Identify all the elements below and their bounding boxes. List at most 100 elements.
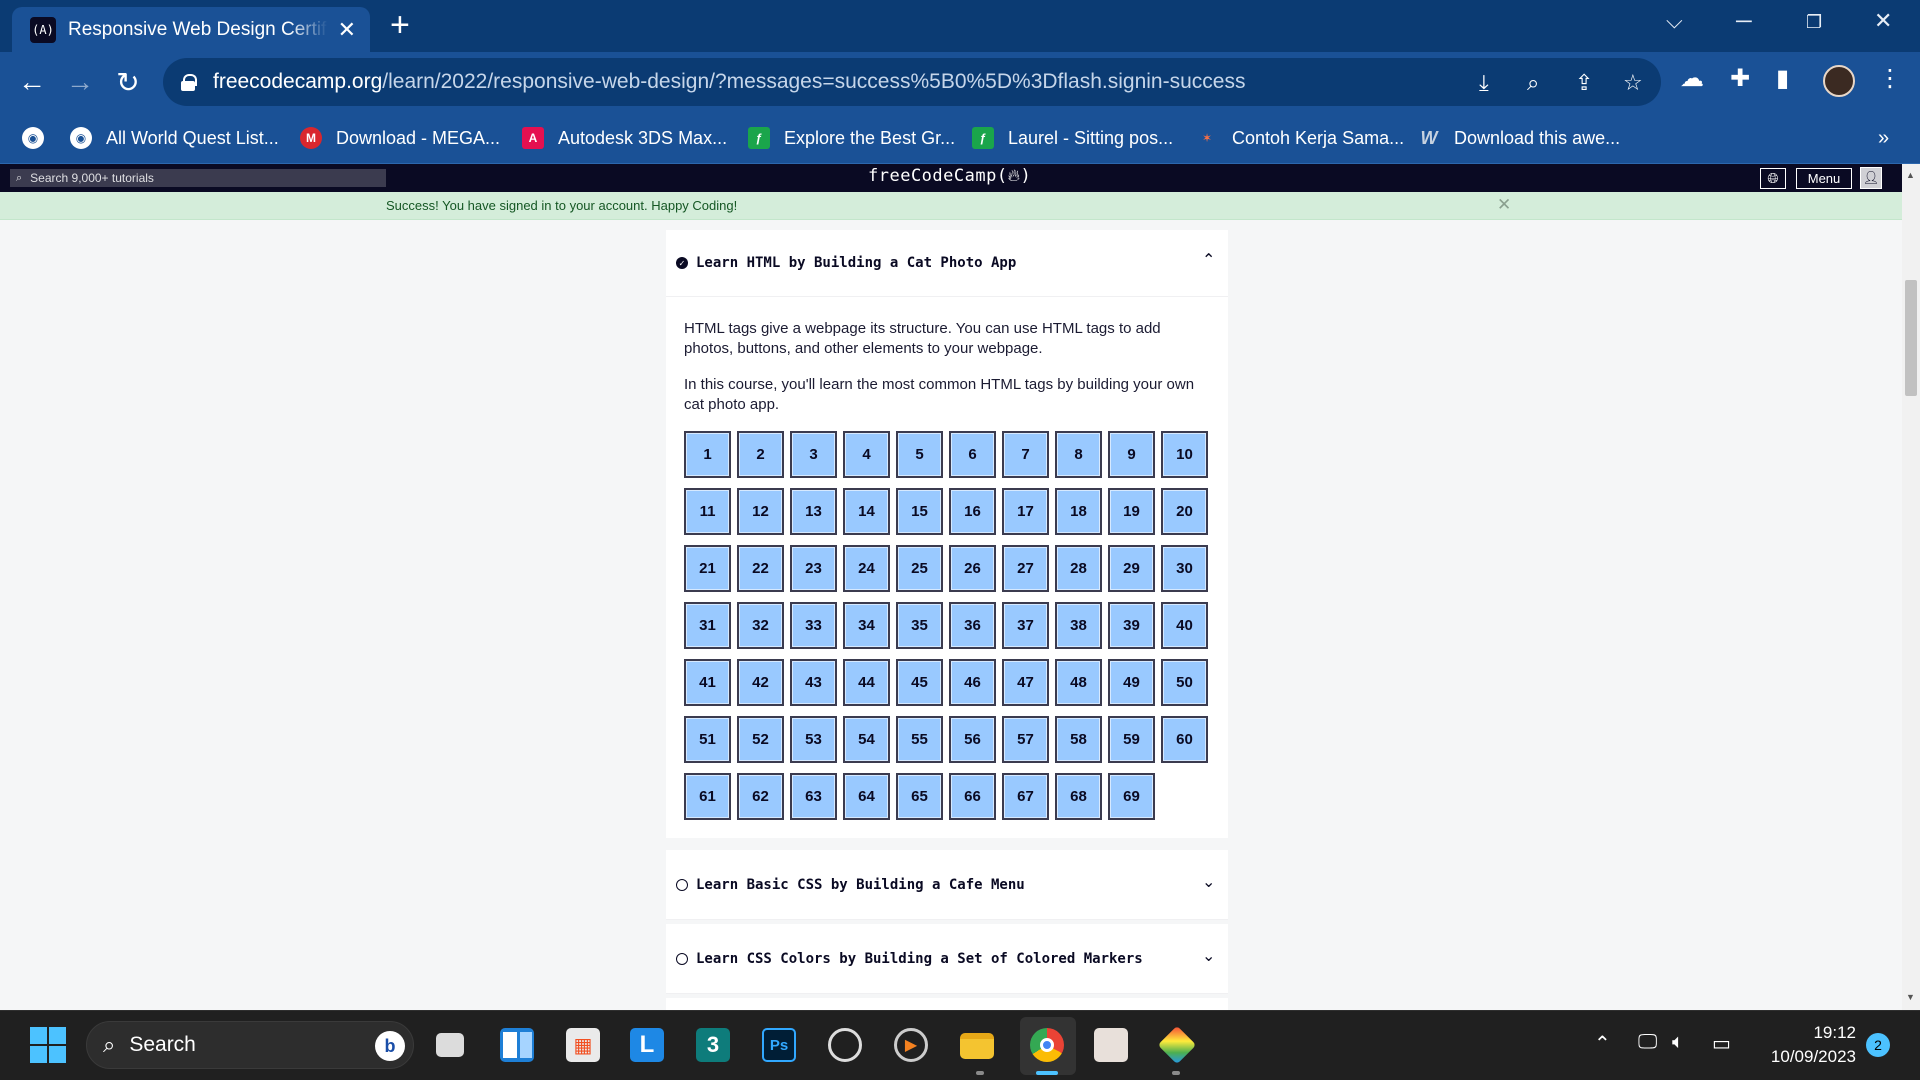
scrollbar-thumb[interactable] (1905, 280, 1917, 396)
step-button-67[interactable]: 67 (1002, 773, 1049, 820)
bookmark-item[interactable]: ƒ Explore the Best Gr... (748, 123, 955, 153)
scroll-up-icon[interactable]: ▲ (1906, 170, 1915, 180)
step-button-39[interactable]: 39 (1108, 602, 1155, 649)
language-globe-button[interactable]: 🌐︎ (1760, 168, 1786, 189)
step-button-45[interactable]: 45 (896, 659, 943, 706)
profile-avatar[interactable] (1823, 65, 1855, 97)
step-button-2[interactable]: 2 (737, 431, 784, 478)
step-button-49[interactable]: 49 (1108, 659, 1155, 706)
step-button-23[interactable]: 23 (790, 545, 837, 592)
start-button[interactable] (30, 1027, 66, 1063)
step-button-61[interactable]: 61 (684, 773, 731, 820)
step-button-9[interactable]: 9 (1108, 431, 1155, 478)
step-button-34[interactable]: 34 (843, 602, 890, 649)
block-header[interactable]: Learn Basic CSS by Building a Cafe Menu … (666, 850, 1228, 920)
step-button-5[interactable]: 5 (896, 431, 943, 478)
extension-cloud-icon[interactable]: ☁ (1680, 64, 1704, 93)
step-button-38[interactable]: 38 (1055, 602, 1102, 649)
browser-menu-icon[interactable]: ⋮ (1878, 64, 1902, 93)
step-button-19[interactable]: 19 (1108, 488, 1155, 535)
step-button-11[interactable]: 11 (684, 488, 731, 535)
step-button-41[interactable]: 41 (684, 659, 731, 706)
step-button-54[interactable]: 54 (843, 716, 890, 763)
step-button-14[interactable]: 14 (843, 488, 890, 535)
step-button-53[interactable]: 53 (790, 716, 837, 763)
step-button-50[interactable]: 50 (1161, 659, 1208, 706)
close-window-button[interactable]: ✕ (1874, 8, 1892, 34)
step-button-43[interactable]: 43 (790, 659, 837, 706)
step-button-15[interactable]: 15 (896, 488, 943, 535)
step-button-25[interactable]: 25 (896, 545, 943, 592)
browser-tab-active[interactable]: (A) Responsive Web Design Certification … (12, 7, 370, 52)
step-button-22[interactable]: 22 (737, 545, 784, 592)
minimize-button[interactable]: ─ (1736, 8, 1752, 34)
step-button-16[interactable]: 16 (949, 488, 996, 535)
bluestacks-icon[interactable] (1157, 1025, 1197, 1065)
step-button-63[interactable]: 63 (790, 773, 837, 820)
extensions-puzzle-icon[interactable]: ✚ (1730, 64, 1750, 93)
file-explorer-icon[interactable] (960, 1033, 994, 1059)
chevron-up-icon[interactable]: ⌃ (1202, 253, 1216, 269)
step-button-55[interactable]: 55 (896, 716, 943, 763)
step-button-24[interactable]: 24 (843, 545, 890, 592)
lock-icon[interactable] (181, 74, 197, 91)
block-header[interactable]: Learn CSS Colors by Building a Set of Co… (666, 924, 1228, 994)
taskbar-search[interactable]: ⌕ Search b (86, 1021, 414, 1069)
step-button-69[interactable]: 69 (1108, 773, 1155, 820)
url-text[interactable]: freecodecamp.org/learn/2022/responsive-w… (213, 70, 1245, 94)
character-app-icon[interactable] (1094, 1028, 1128, 1062)
step-button-57[interactable]: 57 (1002, 716, 1049, 763)
fcc-search-input[interactable]: ⌕ Search 9,000+ tutorials (10, 169, 386, 187)
step-button-48[interactable]: 48 (1055, 659, 1102, 706)
back-button[interactable]: ← (14, 64, 50, 100)
chevron-down-icon[interactable]: ⌄ (1202, 875, 1216, 891)
step-button-40[interactable]: 40 (1161, 602, 1208, 649)
step-button-59[interactable]: 59 (1108, 716, 1155, 763)
page-scrollbar[interactable]: ▲ ▼ (1902, 164, 1920, 1010)
step-button-58[interactable]: 58 (1055, 716, 1102, 763)
show-hidden-icons-chevron-icon[interactable]: ⌃ (1594, 1031, 1611, 1056)
bookmark-apps[interactable]: ◉ (22, 123, 58, 153)
step-button-56[interactable]: 56 (949, 716, 996, 763)
restore-button[interactable]: ❐ (1806, 12, 1822, 33)
bookmark-item[interactable]: ✶ Contoh Kerja Sama... (1196, 123, 1404, 153)
step-button-36[interactable]: 36 (949, 602, 996, 649)
volume-icon[interactable]: 🔈︎ (1672, 1031, 1684, 1054)
step-button-44[interactable]: 44 (843, 659, 890, 706)
block-header[interactable]: ✓ Learn HTML by Building a Cat Photo App… (666, 230, 1228, 297)
address-bar[interactable]: freecodecamp.org/learn/2022/responsive-w… (163, 58, 1661, 106)
share-icon[interactable]: ⇪ (1575, 70, 1593, 96)
step-button-35[interactable]: 35 (896, 602, 943, 649)
step-button-7[interactable]: 7 (1002, 431, 1049, 478)
bookmark-item[interactable]: ◉ All World Quest List... (70, 123, 279, 153)
reload-button[interactable]: ↻ (110, 64, 146, 100)
step-button-28[interactable]: 28 (1055, 545, 1102, 592)
search-app-icon[interactable] (828, 1028, 862, 1062)
app-3-icon[interactable]: 3 (696, 1028, 730, 1062)
fcc-logo[interactable]: freeCodeCamp(🔥︎) (868, 166, 1031, 186)
tab-close-icon[interactable]: ✕ (338, 17, 356, 43)
clock[interactable]: 19:12 10/09/2023 (1756, 1021, 1856, 1069)
step-button-18[interactable]: 18 (1055, 488, 1102, 535)
step-button-3[interactable]: 3 (790, 431, 837, 478)
fcc-menu-button[interactable]: Menu (1796, 168, 1852, 189)
bookmark-item[interactable]: ƒ Laurel - Sitting pos... (972, 123, 1173, 153)
bing-icon[interactable]: b (375, 1031, 405, 1061)
user-avatar[interactable]: 👤︎ (1860, 167, 1882, 189)
forward-button[interactable]: → (62, 64, 98, 100)
scroll-down-icon[interactable]: ▼ (1906, 992, 1915, 1002)
step-button-17[interactable]: 17 (1002, 488, 1049, 535)
step-button-52[interactable]: 52 (737, 716, 784, 763)
step-button-29[interactable]: 29 (1108, 545, 1155, 592)
side-panel-icon[interactable]: ▮ (1776, 64, 1789, 93)
step-button-30[interactable]: 30 (1161, 545, 1208, 592)
step-button-4[interactable]: 4 (843, 431, 890, 478)
step-button-65[interactable]: 65 (896, 773, 943, 820)
step-button-51[interactable]: 51 (684, 716, 731, 763)
step-button-6[interactable]: 6 (949, 431, 996, 478)
microsoft-store-icon[interactable]: ▦ (566, 1028, 600, 1062)
step-button-27[interactable]: 27 (1002, 545, 1049, 592)
step-button-68[interactable]: 68 (1055, 773, 1102, 820)
step-button-62[interactable]: 62 (737, 773, 784, 820)
chrome-icon[interactable] (1030, 1028, 1064, 1062)
